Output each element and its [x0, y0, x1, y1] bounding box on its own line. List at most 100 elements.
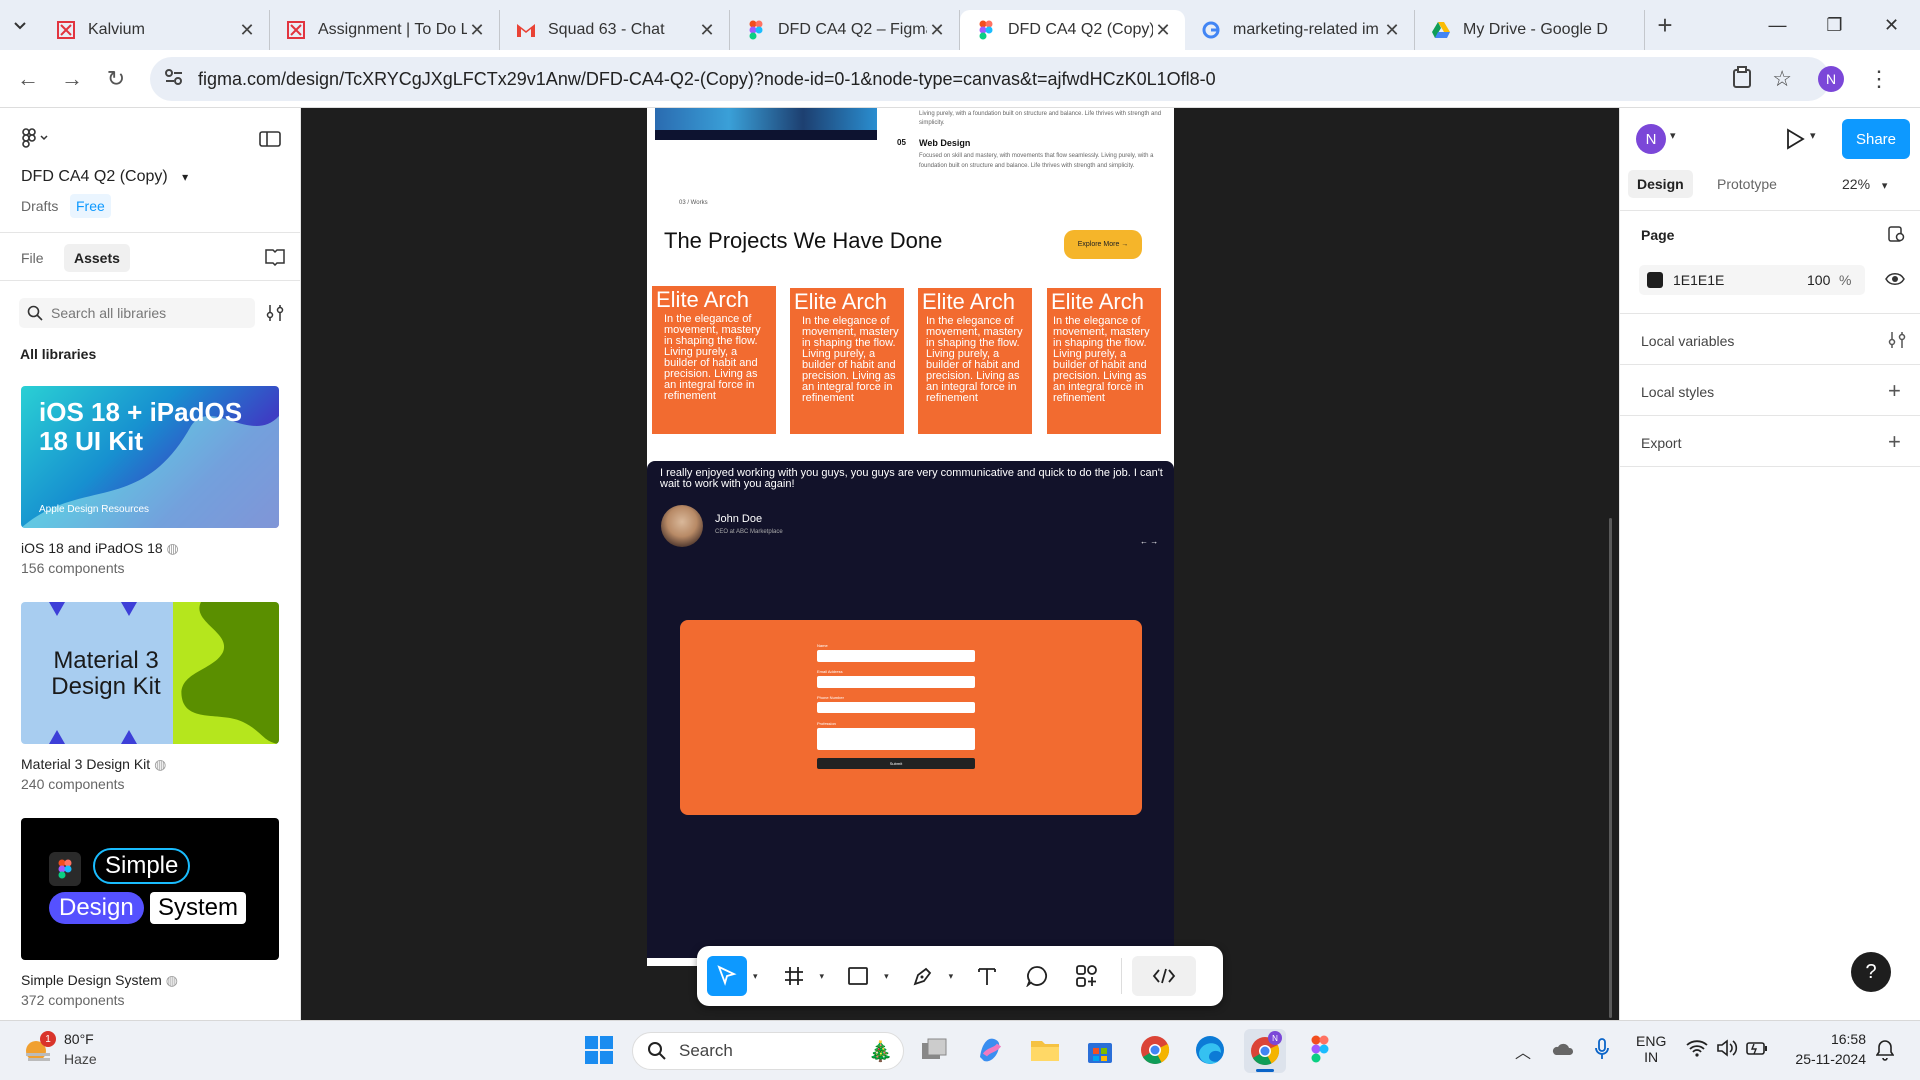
shape-tool-button[interactable] — [838, 956, 878, 996]
plan-badge[interactable]: Free — [70, 194, 111, 218]
new-tab-button[interactable]: + — [1645, 10, 1685, 41]
more-menu-icon[interactable]: ⋮ — [1868, 66, 1890, 92]
browser-tab[interactable]: marketing-related im ✕ — [1185, 10, 1415, 50]
browser-tab[interactable]: DFD CA4 Q2 – Figma ✕ — [730, 10, 960, 50]
wifi-icon[interactable] — [1686, 1039, 1708, 1062]
figma-main-menu[interactable] — [21, 128, 53, 153]
variables-icon[interactable] — [1888, 331, 1906, 354]
email-input[interactable] — [817, 676, 975, 688]
browser-tab[interactable]: Assignment | To Do L ✕ — [270, 10, 500, 50]
close-icon[interactable]: ✕ — [467, 20, 487, 41]
copilot-icon[interactable] — [975, 1035, 1005, 1070]
phone-input[interactable] — [817, 702, 975, 713]
library-name[interactable]: Simple Design System ◍ — [21, 972, 178, 989]
design-frame[interactable]: Living purely, with a foundation built o… — [647, 108, 1174, 966]
browser-tab[interactable]: Kalvium ✕ — [40, 10, 270, 50]
start-button[interactable] — [584, 1035, 614, 1070]
filter-icon[interactable] — [266, 304, 284, 327]
battery-icon[interactable] — [1746, 1039, 1768, 1062]
microphone-icon[interactable] — [1594, 1037, 1610, 1066]
slider-arrows[interactable]: ← → — [1140, 537, 1158, 546]
project-card[interactable]: Elite Arch In the elegance of movement, … — [918, 288, 1032, 434]
restore-button[interactable]: ❐ — [1806, 0, 1863, 50]
tab-prototype[interactable]: Prototype — [1717, 176, 1777, 192]
address-bar[interactable]: figma.com/design/TcXRYCgJXgLFCTx29v1Anw/… — [150, 57, 1830, 101]
canvas-scrollbar[interactable] — [1609, 518, 1612, 1018]
site-settings-icon[interactable] — [164, 68, 184, 91]
chevron-down-icon[interactable]: ▾ — [820, 971, 825, 982]
close-icon[interactable]: ✕ — [1153, 20, 1173, 41]
close-icon[interactable]: ✕ — [927, 20, 947, 41]
close-icon[interactable]: ✕ — [1382, 20, 1402, 41]
tab-file[interactable]: File — [21, 250, 44, 266]
tab-design[interactable]: Design — [1628, 170, 1693, 198]
reload-button[interactable]: ↻ — [94, 66, 138, 92]
toggle-sidebar-icon[interactable] — [259, 130, 281, 153]
close-icon[interactable]: ✕ — [237, 20, 257, 41]
explore-more-button[interactable]: Explore More → — [1064, 230, 1142, 259]
submit-button[interactable]: Submit — [817, 758, 975, 769]
close-icon[interactable]: ✕ — [697, 20, 717, 41]
local-variables-row[interactable]: Local variables — [1641, 333, 1734, 349]
task-view-icon[interactable] — [920, 1037, 950, 1068]
add-export-icon[interactable]: + — [1888, 429, 1901, 455]
comment-tool-button[interactable] — [1017, 956, 1057, 996]
file-location[interactable]: Drafts — [21, 198, 58, 214]
dev-mode-button[interactable] — [1132, 956, 1197, 996]
project-card[interactable]: Elite Arch In the elegance of movement, … — [1047, 288, 1161, 434]
tab-assets[interactable]: Assets — [64, 244, 130, 272]
chevron-down-icon[interactable]: ▾ — [949, 971, 954, 982]
chevron-down-icon[interactable]: ▾ — [753, 971, 758, 982]
volume-icon[interactable] — [1716, 1039, 1738, 1062]
tab-search-button[interactable] — [0, 0, 40, 50]
user-avatar[interactable]: N — [1636, 124, 1666, 154]
profile-avatar[interactable]: N — [1818, 66, 1844, 92]
zoom-level[interactable]: 22% ▾ — [1842, 176, 1887, 192]
edge-icon[interactable] — [1195, 1035, 1225, 1070]
testimonial-section[interactable]: I really enjoyed working with you guys, … — [647, 461, 1174, 958]
chrome-icon[interactable] — [1140, 1035, 1170, 1070]
library-thumbnail-simple[interactable]: Simple Design System — [21, 818, 279, 960]
share-button[interactable]: Share — [1842, 119, 1910, 159]
browser-tab[interactable]: Squad 63 - Chat ✕ — [500, 10, 730, 50]
figma-app-icon[interactable] — [1311, 1035, 1329, 1068]
library-name[interactable]: iOS 18 and iPadOS 18 ◍ — [21, 540, 179, 557]
page-color-hex[interactable]: 1E1E1E — [1673, 272, 1724, 288]
actions-tool-button[interactable] — [1067, 956, 1107, 996]
page-opacity[interactable]: 100 — [1807, 272, 1830, 288]
chrome-profile-active-app[interactable]: N — [1244, 1029, 1286, 1073]
pen-tool-button[interactable] — [903, 956, 943, 996]
taskbar-search[interactable]: Search 🎄 — [632, 1032, 904, 1070]
present-button[interactable] — [1785, 128, 1805, 155]
help-button[interactable]: ? — [1851, 952, 1891, 992]
name-input[interactable] — [817, 650, 975, 662]
weather-temp[interactable]: 80°F — [64, 1031, 94, 1047]
project-card[interactable]: Elite Arch In the elegance of movement, … — [652, 286, 776, 434]
page-color-field[interactable]: 1E1E1E 100 % — [1639, 265, 1865, 295]
library-search-input[interactable]: Search all libraries — [19, 298, 255, 328]
browser-tab-active[interactable]: DFD CA4 Q2 (Copy) - ✕ — [960, 10, 1185, 50]
language-indicator[interactable]: ENG IN — [1636, 1033, 1666, 1065]
back-button[interactable]: ← — [6, 66, 50, 92]
chevron-down-icon[interactable]: ▾ — [1670, 129, 1676, 142]
bookmark-star-icon[interactable]: ☆ — [1772, 66, 1792, 92]
close-window-button[interactable]: ✕ — [1863, 0, 1920, 50]
microsoft-store-icon[interactable] — [1086, 1035, 1114, 1070]
weather-condition[interactable]: Haze — [64, 1051, 97, 1067]
library-thumbnail-material[interactable]: Material 3 Design Kit — [21, 602, 279, 744]
notification-bell-icon[interactable] — [1875, 1039, 1895, 1066]
add-style-icon[interactable]: + — [1888, 378, 1901, 404]
browser-tab[interactable]: My Drive - Google D — [1415, 10, 1645, 50]
file-explorer-icon[interactable] — [1030, 1037, 1060, 1068]
chevron-up-icon[interactable]: ︿ — [1515, 1039, 1531, 1063]
color-swatch[interactable] — [1647, 272, 1663, 288]
profession-input[interactable] — [817, 728, 975, 750]
weather-icon[interactable]: 1 — [22, 1031, 56, 1065]
minimize-button[interactable]: — — [1749, 0, 1806, 50]
onedrive-icon[interactable] — [1552, 1039, 1576, 1064]
library-thumbnail-ios[interactable]: iOS 18 + iPadOS 18 UI Kit Apple Design R… — [21, 386, 279, 528]
frame-tool-button[interactable] — [774, 956, 814, 996]
chevron-down-icon[interactable]: ▾ — [884, 971, 889, 982]
swap-library-icon[interactable] — [1887, 225, 1905, 248]
clipboard-icon[interactable] — [1732, 65, 1752, 93]
